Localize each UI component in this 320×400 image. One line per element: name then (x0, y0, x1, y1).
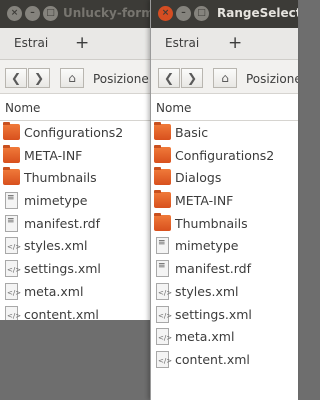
document-file-icon: ≡ (156, 260, 169, 278)
folder-icon (3, 167, 20, 186)
column-header-name[interactable]: Nome (151, 95, 298, 121)
close-button[interactable]: × (7, 6, 22, 21)
xml-file-icon: </> (156, 328, 172, 346)
file-name: Configurations2 (175, 147, 275, 163)
file-name: Dialogs (175, 170, 222, 186)
back-button[interactable]: ❮ (158, 68, 180, 88)
folder-icon (154, 144, 171, 163)
window-title: Unlucky-form (63, 6, 154, 20)
location-bar: ❮ ❯ ⌂ Posizione (151, 60, 298, 94)
location-label: Posizione (93, 72, 149, 86)
file-name: META-INF (175, 193, 234, 209)
list-item[interactable]: Basic (151, 121, 298, 144)
file-name: meta.xml (175, 329, 235, 345)
file-name: Thumbnails (175, 215, 248, 231)
minimize-icon: – (181, 8, 186, 18)
maximize-button[interactable]: □ (43, 6, 58, 21)
chevron-left-icon: ❮ (163, 71, 175, 85)
minimize-icon: – (30, 8, 35, 18)
list-item[interactable]: </> content.xml (151, 348, 298, 371)
xml-file-icon: </> (156, 282, 172, 300)
file-name: styles.xml (24, 238, 88, 254)
file-name: manifest.rdf (175, 261, 251, 277)
list-item[interactable]: </> meta.xml (151, 325, 298, 348)
folder-icon (3, 144, 20, 163)
file-name: settings.xml (24, 261, 101, 277)
xml-file-icon: </> (5, 305, 21, 320)
list-item[interactable]: Dialogs (151, 166, 298, 189)
folder-icon (3, 122, 20, 140)
list-item[interactable]: META-INF (151, 189, 298, 212)
location-label: Posizione (246, 72, 298, 86)
xml-file-icon: </> (5, 237, 21, 255)
file-name: content.xml (24, 306, 99, 321)
text-file-icon: ≡ (156, 237, 169, 255)
xml-file-icon: </> (156, 305, 172, 323)
folder-icon (154, 190, 171, 209)
file-name: settings.xml (175, 306, 252, 322)
text-file-icon: ≡ (5, 192, 18, 210)
list-item[interactable]: Configurations2 (151, 144, 298, 167)
file-name: meta.xml (24, 283, 84, 299)
file-name: styles.xml (175, 283, 239, 299)
add-icon[interactable]: + (228, 33, 242, 53)
maximize-icon: □ (46, 8, 55, 18)
close-icon: × (10, 8, 19, 18)
titlebar: × – □ RangeSelect (151, 0, 298, 28)
list-item[interactable]: </> styles.xml (151, 280, 298, 303)
document-file-icon: ≡ (5, 214, 18, 232)
extract-button[interactable]: Estrai (14, 36, 48, 50)
folder-icon (154, 122, 171, 140)
file-list: Basic Configurations2 Dialogs META-INF Thumb… (151, 121, 298, 371)
forward-button[interactable]: ❯ (28, 68, 50, 88)
list-item[interactable]: ≡ manifest.rdf (151, 257, 298, 280)
xml-file-icon: </> (156, 350, 172, 368)
close-icon: × (161, 8, 170, 18)
folder-icon (154, 212, 171, 231)
home-button[interactable]: ⌂ (213, 68, 237, 88)
file-name: Thumbnails (24, 170, 97, 186)
chevron-left-icon: ❮ (10, 71, 22, 85)
column-header-label: Nome (156, 101, 192, 115)
home-icon: ⌂ (221, 71, 229, 85)
home-button[interactable]: ⌂ (60, 68, 84, 88)
file-name: Configurations2 (24, 125, 124, 140)
file-name: mimetype (24, 193, 88, 209)
xml-file-icon: </> (5, 260, 21, 278)
archive-window-front: × – □ RangeSelect Estrai + ❮ ❯ ⌂ Posizio… (150, 0, 298, 400)
minimize-button[interactable]: – (176, 6, 191, 21)
column-header-label: Nome (5, 101, 41, 115)
file-name: mimetype (175, 238, 239, 254)
file-name: Basic (175, 125, 209, 140)
close-button[interactable]: × (158, 6, 173, 21)
file-name: content.xml (175, 351, 250, 367)
maximize-icon: □ (197, 8, 206, 18)
list-item[interactable]: ≡ mimetype (151, 234, 298, 257)
forward-button[interactable]: ❯ (181, 68, 203, 88)
list-item[interactable]: </> settings.xml (151, 303, 298, 326)
chevron-right-icon: ❯ (33, 71, 45, 85)
back-button[interactable]: ❮ (5, 68, 27, 88)
xml-file-icon: </> (5, 282, 21, 300)
home-icon: ⌂ (68, 71, 76, 85)
toolbar: Estrai + (151, 28, 298, 60)
minimize-button[interactable]: – (25, 6, 40, 21)
file-name: META-INF (24, 147, 83, 163)
file-name: manifest.rdf (24, 215, 100, 231)
list-item[interactable]: Thumbnails (151, 212, 298, 235)
folder-icon (154, 167, 171, 186)
add-icon[interactable]: + (75, 33, 89, 53)
chevron-right-icon: ❯ (186, 71, 198, 85)
maximize-button[interactable]: □ (194, 6, 209, 21)
window-title: RangeSelect (217, 6, 298, 20)
extract-button[interactable]: Estrai (165, 36, 199, 50)
